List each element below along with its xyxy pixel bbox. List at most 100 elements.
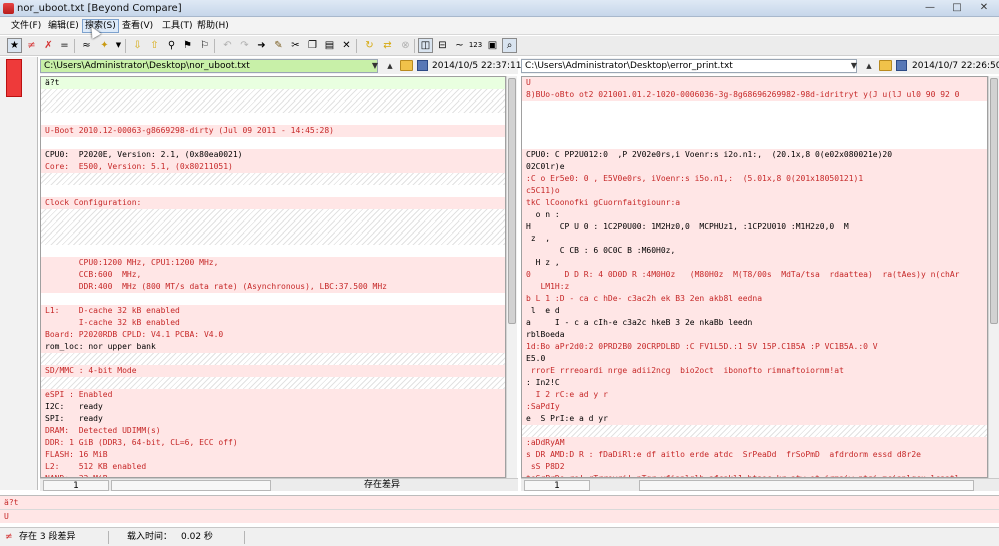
show-all-button[interactable]: ★ xyxy=(7,38,22,53)
format-dropdown-icon[interactable]: ▼ xyxy=(111,38,126,53)
right-code-line[interactable]: b L 1 :D - ca c hDe- c3ac2h ek B3 2en ak… xyxy=(522,293,987,305)
undo-icon[interactable]: ↶ xyxy=(220,38,235,53)
maximize-button[interactable]: □ xyxy=(944,0,970,16)
right-code-line[interactable] xyxy=(522,137,987,149)
find-next-icon[interactable]: ⚑ xyxy=(180,38,195,53)
show-same-button[interactable]: = xyxy=(57,38,72,53)
cut-icon[interactable]: ✂ xyxy=(288,38,303,53)
left-code-line[interactable]: rom_loc: nor upper bank xyxy=(41,341,505,353)
right-code-line[interactable]: LM1H:z xyxy=(522,281,987,293)
left-path-input[interactable]: C:\Users\Administrator\Desktop\nor_uboot… xyxy=(40,59,378,73)
right-code-line[interactable]: rblBoeda xyxy=(522,329,987,341)
right-code-line[interactable]: I 2 rC:e ad y r xyxy=(522,389,987,401)
next-diff-icon[interactable]: ⇩ xyxy=(130,38,145,53)
magnifier-icon[interactable]: ⌕ xyxy=(502,38,517,53)
left-save-icon[interactable] xyxy=(417,60,428,71)
left-scroll-thumb[interactable] xyxy=(508,78,516,324)
right-code-line[interactable] xyxy=(522,425,987,437)
right-code-line[interactable]: E5.0 xyxy=(522,353,987,365)
copy-icon[interactable]: ❐ xyxy=(305,38,320,53)
paste-icon[interactable]: ▤ xyxy=(322,38,337,53)
right-code-line[interactable] xyxy=(522,125,987,137)
right-code-line[interactable]: s DR AMD:D R : fDaDiRl:e df aitlo erde a… xyxy=(522,449,987,461)
left-code-line[interactable]: SD/MMC : 4-bit Mode xyxy=(41,365,505,377)
over-under-icon[interactable]: ⊟ xyxy=(435,38,450,53)
left-code-line[interactable] xyxy=(41,185,505,197)
right-code-line[interactable]: e S PrI:e a d yr xyxy=(522,413,987,425)
right-path-dropdown-icon[interactable]: ▼ xyxy=(849,59,859,73)
right-code-line[interactable]: H z , xyxy=(522,257,987,269)
right-code-line[interactable]: 1d:Bo aPr2d0:2 0PRD2B0 20CRPDLBD :C FV1L… xyxy=(522,341,987,353)
left-code-line[interactable] xyxy=(41,209,505,221)
swap-icon[interactable]: ⇄ xyxy=(380,38,395,53)
left-code-line[interactable]: ä?t xyxy=(41,77,505,89)
left-code-line[interactable]: eSPI : Enabled xyxy=(41,389,505,401)
left-code-line[interactable] xyxy=(41,233,505,245)
left-code-line[interactable] xyxy=(41,377,505,389)
right-code-line[interactable]: CPU0: C PP2U012:0 ,P 2V02e0rs,i Voenr:s … xyxy=(522,149,987,161)
right-code-line[interactable]: : In2!C xyxy=(522,377,987,389)
right-code-line[interactable]: 8)BUo-oBto ot2 021001.01.2-1020-0006036-… xyxy=(522,89,987,101)
right-path-history-icon[interactable]: ▲ xyxy=(864,59,874,73)
left-code-line[interactable]: CPU0: P2020E, Version: 2.1, (0x80ea0021) xyxy=(41,149,505,161)
left-code-pane[interactable]: ä?t U-Boot 2010.12-00063-g8669298-dirty (… xyxy=(40,76,506,478)
left-code-line[interactable] xyxy=(41,245,505,257)
find-prev-icon[interactable]: ⚐ xyxy=(197,38,212,53)
show-diffs-button[interactable]: ≠ xyxy=(24,38,39,53)
delete-icon[interactable]: ✕ xyxy=(339,38,354,53)
left-code-line[interactable] xyxy=(41,221,505,233)
right-h-scroll-thumb[interactable] xyxy=(639,480,974,491)
right-code-line[interactable]: rrorE rrreoardi nrge adii2ncg bio2oct ib… xyxy=(522,365,987,377)
left-code-line[interactable]: L2: 512 KB enabled xyxy=(41,461,505,473)
right-code-line[interactable]: o n : xyxy=(522,209,987,221)
refresh-icon[interactable]: ↻ xyxy=(362,38,377,53)
right-code-line[interactable]: :SaPdIy xyxy=(522,401,987,413)
left-browse-folder-icon[interactable] xyxy=(400,60,413,71)
left-code-line[interactable] xyxy=(41,293,505,305)
left-code-line[interactable] xyxy=(41,89,505,101)
right-browse-folder-icon[interactable] xyxy=(879,60,892,71)
left-code-line[interactable]: U-Boot 2010.12-00063-g8669298-dirty (Jul… xyxy=(41,125,505,137)
left-code-line[interactable] xyxy=(41,101,505,113)
redo-icon[interactable]: ↷ xyxy=(237,38,252,53)
tilde-icon[interactable]: ~ xyxy=(452,38,467,53)
menu-tools[interactable]: 工具(T) xyxy=(160,19,195,33)
right-save-icon[interactable] xyxy=(896,60,907,71)
left-code-line[interactable]: L1: D-cache 32 kB enabled xyxy=(41,305,505,317)
side-by-side-icon[interactable]: ◫ xyxy=(418,38,433,53)
right-code-line[interactable]: :C o Er5e0: 0 , E5V0e0rs, iVoenr:s i5o.n… xyxy=(522,173,987,185)
right-code-line[interactable]: tkC lCoonofki gCuornfaitgiounr:a xyxy=(522,197,987,209)
left-h-scroll-thumb[interactable] xyxy=(111,480,271,491)
right-code-line[interactable] xyxy=(522,113,987,125)
right-code-line[interactable] xyxy=(522,101,987,113)
right-code-line[interactable]: H CP U 0 : 1C2P0U00: 1M2Hz0,0 MCPHUz1, :… xyxy=(522,221,987,233)
menu-edit[interactable]: 编辑(E) xyxy=(46,19,81,33)
right-code-line[interactable]: l e d xyxy=(522,305,987,317)
left-vertical-scrollbar[interactable] xyxy=(506,76,517,478)
menu-view[interactable]: 查看(V) xyxy=(120,19,155,33)
right-code-line[interactable]: 02C0lr)e xyxy=(522,161,987,173)
line-numbers-button[interactable]: 123 xyxy=(468,38,483,53)
minimize-button[interactable]: — xyxy=(917,0,943,16)
left-code-line[interactable]: DDR:400 MHz (800 MT/s data rate) (Asynch… xyxy=(41,281,505,293)
left-code-line[interactable] xyxy=(41,137,505,149)
right-path-input[interactable]: C:\Users\Administrator\Desktop\error_pri… xyxy=(521,59,857,73)
left-code-line[interactable]: DDR: 1 GiB (DDR3, 64-bit, CL=6, ECC off) xyxy=(41,437,505,449)
pencil-icon[interactable]: ✎ xyxy=(271,38,286,53)
left-code-line[interactable]: Core: E500, Version: 5.1, (0x80211051) xyxy=(41,161,505,173)
left-code-line[interactable]: SPI: ready xyxy=(41,413,505,425)
right-scroll-thumb[interactable] xyxy=(990,78,998,324)
right-code-line[interactable]: C CB : 6 0C0C B :M60H0z, xyxy=(522,245,987,257)
right-code-line[interactable]: c5C11)o xyxy=(522,185,987,197)
left-path-history-icon[interactable]: ▲ xyxy=(385,59,395,73)
right-code-line[interactable]: U xyxy=(522,77,987,89)
menu-file[interactable]: 文件(F) xyxy=(9,19,43,33)
thumbnail-icon[interactable]: ▣ xyxy=(485,38,500,53)
left-path-dropdown-icon[interactable]: ▼ xyxy=(370,59,380,73)
right-code-line[interactable]: 0 D D R: 4 0D0D R :4M0H0z (M80H0z M(T8/0… xyxy=(522,269,987,281)
menu-help[interactable]: 帮助(H) xyxy=(195,19,231,33)
binoculars-icon[interactable]: ⚲ xyxy=(164,38,179,53)
copy-to-right-icon[interactable]: ➜ xyxy=(254,38,269,53)
thumbnail-diff-bar[interactable] xyxy=(6,59,22,97)
left-code-line[interactable] xyxy=(41,173,505,185)
